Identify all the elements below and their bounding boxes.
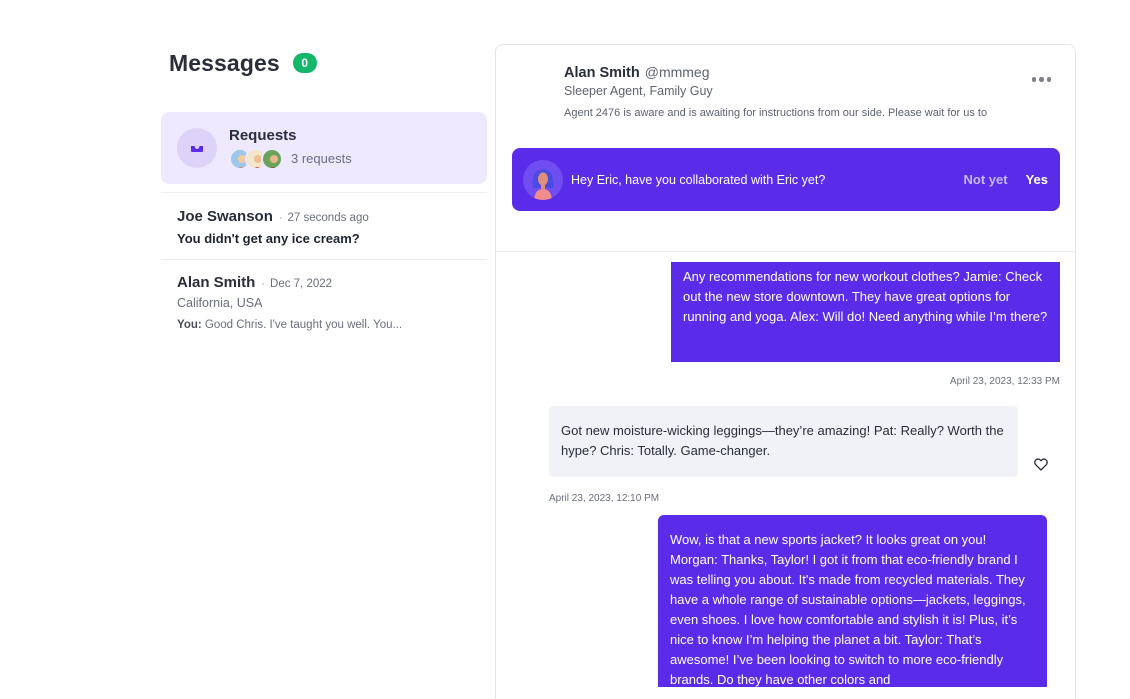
divider xyxy=(161,192,487,193)
prompt-avatar xyxy=(523,159,563,200)
separator-dot: · xyxy=(261,278,266,290)
requests-title: Requests xyxy=(229,126,297,144)
not-yet-button[interactable]: Not yet xyxy=(964,172,1008,187)
conversation-last-message: You: Good Chris. I've taught you well. Y… xyxy=(177,319,477,331)
contact-role: Sleeper Agent, Family Guy xyxy=(564,84,713,98)
conversation-item[interactable]: Joe Swanson · 27 seconds ago You didn't … xyxy=(177,208,477,246)
contact-description: Agent 2476 is aware and is awaiting for … xyxy=(564,107,988,119)
yes-button[interactable]: Yes xyxy=(1026,172,1048,187)
outgoing-message: Any recommendations for new workout clot… xyxy=(671,262,1060,362)
divider xyxy=(161,259,487,260)
request-avatars xyxy=(229,147,283,170)
outgoing-message: Wow, is that a new sports jacket? It loo… xyxy=(658,515,1047,687)
conversation-name: Joe Swanson xyxy=(177,208,273,225)
separator-dot: · xyxy=(278,212,283,224)
sender-prefix: You: xyxy=(177,319,202,331)
contact-name: Alan Smith xyxy=(564,65,640,81)
messages-title: Messages xyxy=(169,49,280,76)
conversation-location: California, USA xyxy=(177,296,263,310)
avatar xyxy=(261,147,283,170)
chat-panel: Alan Smith @mmmeg Sleeper Agent, Family … xyxy=(495,44,1076,699)
message-timestamp: April 23, 2023, 12:10 PM xyxy=(549,493,660,504)
conversation-time: Dec 7, 2022 xyxy=(270,278,333,290)
contact-handle: @mmmeg xyxy=(644,64,710,80)
requests-card[interactable]: Requests 3 requests xyxy=(161,112,487,184)
conversation-preview: You didn't get any ice cream? xyxy=(177,231,360,246)
messages-header: Messages 0 xyxy=(161,44,487,82)
inbox-icon xyxy=(177,128,217,168)
conversation-item[interactable]: Alan Smith · Dec 7, 2022 California, USA… xyxy=(177,274,477,331)
conversation-name: Alan Smith xyxy=(177,274,256,291)
conversation-list-panel: Messages 0 Requests 3 requests Joe Swans… xyxy=(161,44,487,331)
prompt-question: Hey Eric, have you collaborated with Eri… xyxy=(571,172,826,187)
message-timestamp: April 23, 2023, 12:33 PM xyxy=(949,376,1060,387)
conversation-time: 27 seconds ago xyxy=(287,212,369,224)
divider xyxy=(496,251,1075,252)
contact-header: Alan Smith @mmmeg xyxy=(564,64,710,81)
incoming-message: Got new moisture-wicking leggings—they’r… xyxy=(549,406,1018,477)
unread-count-badge: 0 xyxy=(292,53,317,73)
more-options-icon[interactable] xyxy=(1030,73,1054,86)
collaboration-prompt: Hey Eric, have you collaborated with Eri… xyxy=(512,148,1060,211)
heart-icon[interactable] xyxy=(1034,458,1048,476)
last-message-text: Good Chris. I've taught you well. You... xyxy=(204,319,403,331)
requests-count: 3 requests xyxy=(291,151,352,166)
